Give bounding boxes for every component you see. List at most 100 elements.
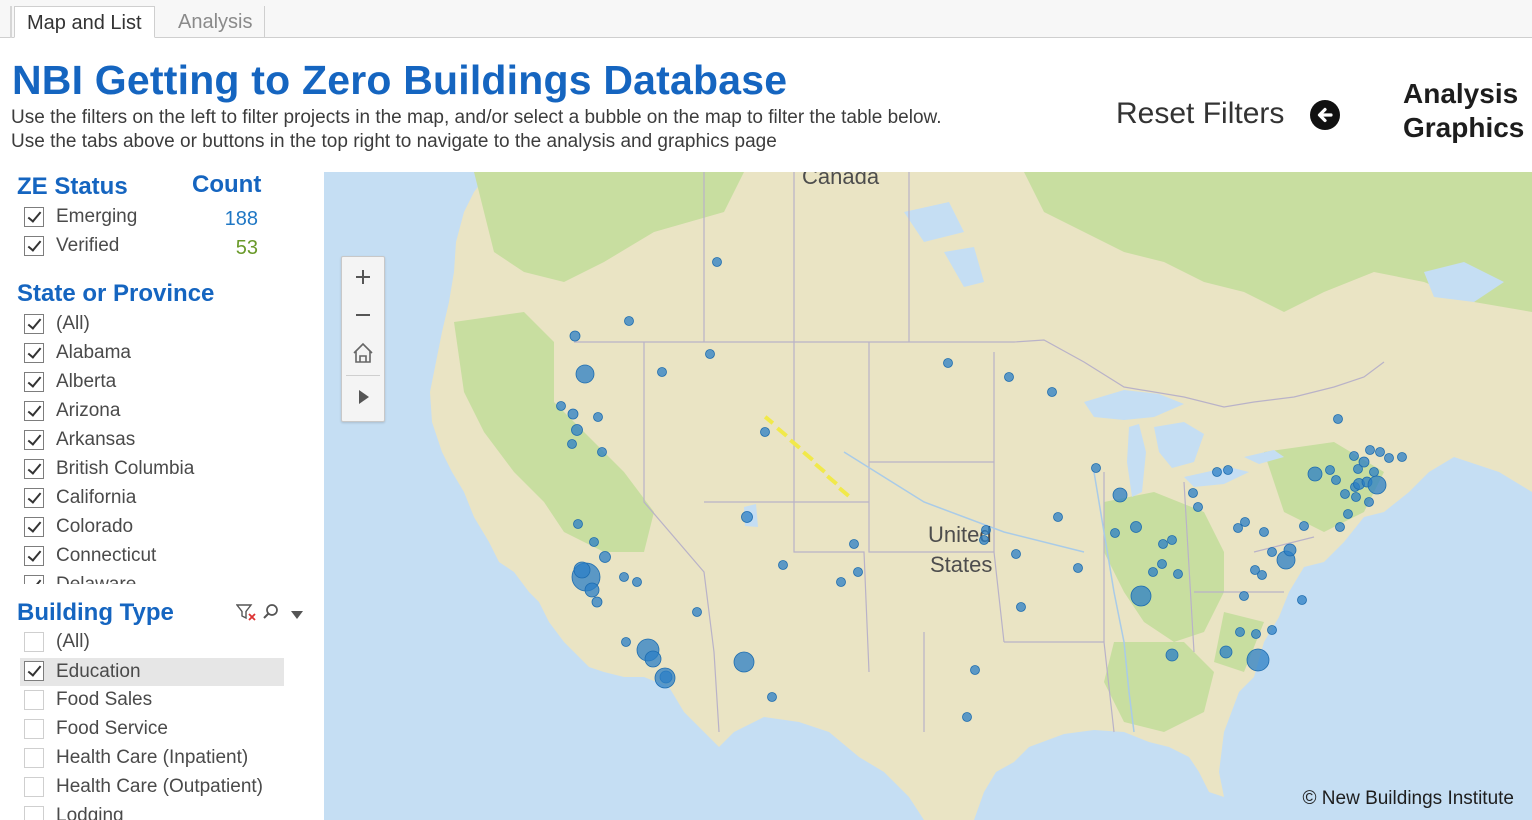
home-icon[interactable] [342,335,384,371]
checkbox[interactable] [24,207,44,227]
project-bubble [1375,447,1385,457]
analysis-nav-button[interactable]: Analysis [1403,78,1518,110]
filter-item-label: Lodging [56,805,124,820]
state-item-california[interactable]: California [24,486,284,512]
project-bubble [1047,387,1057,397]
project-bubble [1235,627,1245,637]
checkbox[interactable] [24,459,44,479]
project-bubble [1158,539,1168,549]
filter-item-label: Connecticut [56,545,157,566]
tab-strip: Map and List Analysis [0,0,1532,38]
expand-toolbar-icon[interactable] [342,379,384,415]
filter-item-label: Arkansas [56,429,136,450]
state-item-british-columbia[interactable]: British Columbia [24,457,284,483]
checkbox[interactable] [24,401,44,421]
project-bubble [589,537,599,547]
project-bubble [1165,648,1179,662]
map-controls [341,256,385,422]
filter-item-label: Verified [56,235,120,256]
project-bubble [1259,527,1269,537]
zoom-out-icon[interactable] [342,297,384,333]
checkbox[interactable] [24,806,44,820]
search-icon[interactable] [262,603,280,626]
project-bubble [575,364,595,384]
dropdown-arrow-icon[interactable] [290,607,304,625]
state-filter-list[interactable]: (All) Alabama Alberta Arizona Arkansas B… [0,310,300,584]
filter-item-label: (All) [56,313,90,334]
filter-item-label: Delaware [56,573,136,584]
state-item-alberta[interactable]: Alberta [24,370,284,396]
checkbox[interactable] [24,632,44,652]
checkbox[interactable] [24,488,44,508]
project-bubble [836,577,846,587]
project-bubble [1369,467,1379,477]
tab-map-and-list[interactable]: Map and List [14,6,155,38]
project-bubble [556,401,566,411]
project-bubble [760,427,770,437]
project-bubble [733,651,755,673]
state-item-connecticut[interactable]: Connecticut [24,544,284,570]
instructions-line-2: Use the tabs above or buttons in the top… [11,131,777,152]
project-bubble [1239,591,1249,601]
building-type-item-lodging[interactable]: Lodging [24,804,284,820]
filter-item-label: Emerging [56,206,138,227]
state-item-colorado[interactable]: Colorado [24,515,284,541]
checkbox[interactable] [24,343,44,363]
project-map[interactable]: Canada United States © New Buildings Ins… [324,172,1532,820]
zoom-in-icon[interactable] [342,259,384,295]
state-item-alabama[interactable]: Alabama [24,341,284,367]
building-type-list[interactable]: (All) Education Food Sales Food Service … [0,628,300,820]
clear-filter-icon[interactable] [235,603,258,628]
state-item-all[interactable]: (All) [24,312,284,338]
project-bubble [1367,475,1387,495]
building-type-item-education[interactable]: Education [20,658,284,686]
project-bubble [573,519,583,529]
tab-analysis[interactable]: Analysis [166,6,266,38]
checkbox[interactable] [24,575,44,584]
state-item-arkansas[interactable]: Arkansas [24,428,284,454]
checkbox[interactable] [24,690,44,710]
checkbox[interactable] [24,661,44,681]
project-bubble [654,667,676,689]
tab-strip-edge [10,6,12,38]
state-item-arizona[interactable]: Arizona [24,399,284,425]
project-bubble [567,439,577,449]
building-type-item-all[interactable]: (All) [24,630,284,656]
state-item-delaware[interactable]: Delaware [24,573,284,584]
arrow-left-circle-icon[interactable] [1310,100,1340,130]
instructions-line-1: Use the filters on the left to filter pr… [11,107,942,128]
checkbox[interactable] [24,372,44,392]
project-bubbles[interactable] [324,172,1532,820]
page-title: NBI Getting to Zero Buildings Database [12,57,788,103]
checkbox[interactable] [24,777,44,797]
checkbox[interactable] [24,236,44,256]
checkbox[interactable] [24,430,44,450]
project-bubble [1193,502,1203,512]
graphics-nav-button[interactable]: Graphics [1403,112,1524,144]
project-bubble [567,408,579,420]
project-bubble [584,582,600,598]
building-type-item-health-care-outpatient[interactable]: Health Care (Outpatient) [24,775,284,801]
building-type-item-food-sales[interactable]: Food Sales [24,688,284,714]
project-bubble [1349,451,1359,461]
checkbox[interactable] [24,748,44,768]
project-bubble [624,316,634,326]
overlapping-labels [763,415,850,498]
reset-filters-button[interactable]: Reset Filters [1116,97,1284,131]
project-bubble [1011,549,1021,559]
ze-status-title: ZE Status [17,173,128,200]
checkbox[interactable] [24,546,44,566]
project-bubble [1307,466,1323,482]
project-bubble [849,539,859,549]
project-bubble [1212,467,1222,477]
project-bubble [1251,629,1261,639]
project-bubble [1358,456,1370,468]
project-bubble [1167,535,1177,545]
checkbox[interactable] [24,314,44,334]
building-type-item-food-service[interactable]: Food Service [24,717,284,743]
building-type-item-health-care-inpatient[interactable]: Health Care (Inpatient) [24,746,284,772]
checkbox[interactable] [24,719,44,739]
checkbox[interactable] [24,517,44,537]
count-header: Count [192,171,262,198]
project-bubble [1157,559,1167,569]
